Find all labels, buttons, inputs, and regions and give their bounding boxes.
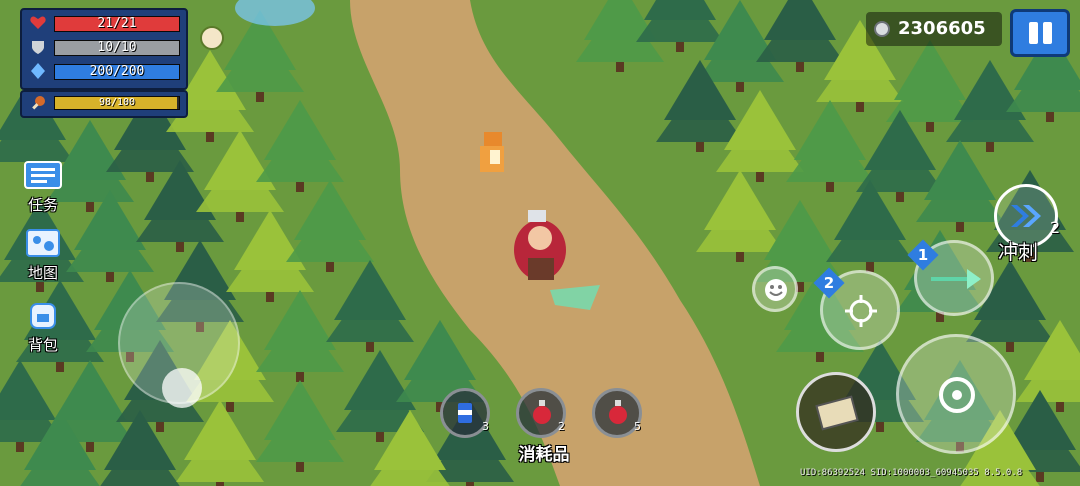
experience-panel: 98/100 xyxy=(20,90,188,118)
energy-crystal-icon xyxy=(31,63,45,79)
scroll-skill-icon xyxy=(815,395,859,431)
backpack-icon xyxy=(30,303,56,329)
map-label: 地图 xyxy=(27,264,58,282)
map-icon xyxy=(26,229,60,257)
energy-row: 200/200 xyxy=(28,62,182,80)
hp-row: 21/21 xyxy=(28,14,182,32)
smiley-icon xyxy=(765,279,787,301)
gem-coin-icon xyxy=(874,21,890,37)
coin-counter: 2306605 xyxy=(866,12,1002,46)
armor-bar: 10/10 xyxy=(54,40,180,56)
xp-text: 98/100 xyxy=(98,97,136,108)
armor-text: 10/10 xyxy=(97,40,137,55)
quest-icon xyxy=(24,161,62,189)
consumable-slot-3[interactable]: 5 xyxy=(592,388,642,438)
weapon-slot-1-number: 1 xyxy=(917,246,929,264)
emote-button[interactable] xyxy=(752,266,798,312)
attack-target-icon xyxy=(939,377,975,413)
backpack-button[interactable]: 背包 xyxy=(20,300,66,355)
backpack-label: 背包 xyxy=(27,336,58,354)
xp-bar: 98/100 xyxy=(54,96,180,110)
heart-icon xyxy=(30,16,46,29)
player-stats-panel: 21/21 10/10 200/200 xyxy=(20,8,188,90)
joystick-knob[interactable] xyxy=(162,368,202,408)
quest-label: 任务 xyxy=(27,196,58,214)
shield-icon xyxy=(32,41,44,54)
quest-button[interactable]: 任务 xyxy=(20,160,66,215)
pause-button[interactable] xyxy=(1010,9,1070,57)
skill-button[interactable] xyxy=(796,372,876,452)
uid-footer: UID:86392524 SID:1000003_60945035 8.5.0.… xyxy=(800,468,1023,478)
consumables-label: 消耗品 xyxy=(518,445,570,465)
armor-row: 10/10 xyxy=(28,38,182,56)
attack-button[interactable] xyxy=(896,334,1016,454)
dash-label: 冲刺 xyxy=(998,240,1038,264)
drumstick-icon xyxy=(32,96,45,110)
consumable-count-1: 3 xyxy=(482,420,489,433)
weapon-slot-1-badge: 1 xyxy=(907,239,939,271)
weapon-slot-2-number: 2 xyxy=(823,274,835,292)
consumable-count-3: 5 xyxy=(634,420,641,433)
energy-bar: 200/200 xyxy=(54,64,180,80)
red-potion-icon xyxy=(609,400,627,424)
red-potion-icon xyxy=(533,400,551,424)
hp-bar: 21/21 xyxy=(54,16,180,32)
can-icon xyxy=(458,403,472,423)
consumable-count-2: 2 xyxy=(558,420,565,433)
consumable-slot-2[interactable]: 2 xyxy=(516,388,566,438)
dash-chevron-icon xyxy=(1011,205,1041,227)
coin-value: 2306605 xyxy=(898,18,986,39)
map-button[interactable]: 地图 xyxy=(20,228,66,283)
consumable-slot-1[interactable]: 3 xyxy=(440,388,490,438)
crosshair-icon xyxy=(845,295,877,327)
hp-text: 21/21 xyxy=(97,16,137,31)
dash-charge-count: 2 xyxy=(1050,218,1061,237)
weapon-slot-2-badge: 2 xyxy=(813,267,845,299)
energy-text: 200/200 xyxy=(89,64,145,79)
crossbow-weapon-icon xyxy=(931,269,981,289)
